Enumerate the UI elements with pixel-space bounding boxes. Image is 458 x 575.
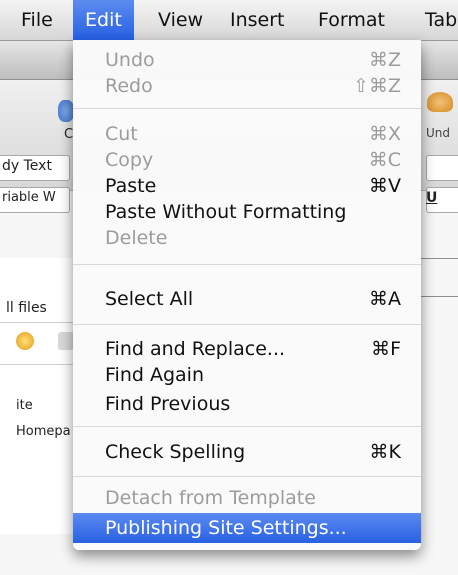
menu-item-label: Cut xyxy=(105,123,138,145)
site-manager-row-homepage[interactable]: Homepa xyxy=(16,424,71,439)
menu-item-label: Find and Replace... xyxy=(105,338,286,360)
menu-item-label: Paste xyxy=(105,175,157,197)
undo-toolbar-label: Und xyxy=(426,126,451,140)
toolbar-field-right[interactable] xyxy=(426,155,458,181)
menu-item-label: Detach from Template xyxy=(105,487,316,509)
menu-item-label: Find Again xyxy=(105,364,204,386)
menu-item-shortcut: ⌘Z xyxy=(368,49,401,71)
variable-select-value: riable W xyxy=(2,190,56,205)
menu-item-copy[interactable]: Copy ⌘C xyxy=(73,147,421,173)
menu-item-label: Select All xyxy=(105,288,194,310)
menu-edit[interactable]: Edit xyxy=(73,0,134,40)
menu-item-detach-from-template[interactable]: Detach from Template xyxy=(73,485,421,511)
menu-separator xyxy=(73,426,421,427)
menu-item-find-previous[interactable]: Find Previous xyxy=(73,391,421,417)
toolbar-label-c: C xyxy=(64,127,74,142)
site-manager-refresh-icon[interactable] xyxy=(16,332,34,350)
site-manager-filter[interactable]: ll files xyxy=(6,300,47,316)
menu-item-publishing-site-settings[interactable]: Publishing Site Settings... xyxy=(73,513,421,543)
menu-item-shortcut: ⌘F xyxy=(371,338,401,360)
menu-insert[interactable]: Insert xyxy=(230,0,285,40)
menu-item-label: Undo xyxy=(105,49,155,71)
menu-item-find-and-replace[interactable]: Find and Replace... ⌘F xyxy=(73,336,421,362)
site-manager-divider-2 xyxy=(0,364,75,365)
menu-separator xyxy=(73,264,421,265)
site-manager-divider xyxy=(0,322,75,323)
menu-item-shortcut: ⌘K xyxy=(369,441,401,463)
menu-item-shortcut: ⇧⌘Z xyxy=(353,75,401,97)
underline-button[interactable]: U xyxy=(426,190,437,206)
menu-item-label: Delete xyxy=(105,227,168,249)
menu-separator xyxy=(73,476,421,477)
right-panel-edge-2 xyxy=(421,296,458,297)
menu-file[interactable]: File xyxy=(17,0,57,40)
menu-item-label: Find Previous xyxy=(105,393,231,415)
menu-item-label: Paste Without Formatting xyxy=(105,201,347,223)
menu-format[interactable]: Format xyxy=(318,0,385,40)
right-panel-edge xyxy=(421,258,458,259)
menu-item-shortcut: ⌘A xyxy=(369,288,401,310)
menu-item-shortcut: ⌘V xyxy=(369,175,401,197)
site-manager-row-site[interactable]: ite xyxy=(16,398,33,413)
menu-separator xyxy=(73,108,421,109)
menu-bar: File Edit View Insert Format Tab xyxy=(0,0,458,41)
menu-item-cut[interactable]: Cut ⌘X xyxy=(73,121,421,147)
menu-item-shortcut: ⌘C xyxy=(368,149,401,171)
toolbar-blue-icon xyxy=(58,100,74,122)
menu-item-paste-without-formatting[interactable]: Paste Without Formatting xyxy=(73,199,421,225)
undo-arrow-icon[interactable] xyxy=(427,92,453,112)
menu-separator xyxy=(73,324,421,325)
menu-table[interactable]: Tab xyxy=(425,0,457,40)
menu-item-undo[interactable]: Undo ⌘Z xyxy=(73,47,421,73)
menu-item-redo[interactable]: Redo ⇧⌘Z xyxy=(73,73,421,99)
menu-item-label: Redo xyxy=(105,75,153,97)
menu-item-select-all[interactable]: Select All ⌘A xyxy=(73,286,421,312)
menu-view[interactable]: View xyxy=(158,0,203,40)
menu-item-find-again[interactable]: Find Again xyxy=(73,362,421,388)
menu-item-delete[interactable]: Delete xyxy=(73,225,421,251)
menu-item-label: Publishing Site Settings... xyxy=(105,517,347,539)
site-manager-edit-icon[interactable] xyxy=(58,332,74,350)
menu-item-paste[interactable]: Paste ⌘V xyxy=(73,173,421,199)
menu-item-shortcut: ⌘X xyxy=(368,123,401,145)
menu-item-label: Copy xyxy=(105,149,154,171)
menu-item-label: Check Spelling xyxy=(105,441,246,463)
paragraph-style-value: dy Text xyxy=(2,158,52,174)
edit-menu-dropdown: Undo ⌘Z Redo ⇧⌘Z Cut ⌘X Copy ⌘C Paste ⌘V… xyxy=(73,40,421,550)
menu-item-check-spelling[interactable]: Check Spelling ⌘K xyxy=(73,439,421,465)
